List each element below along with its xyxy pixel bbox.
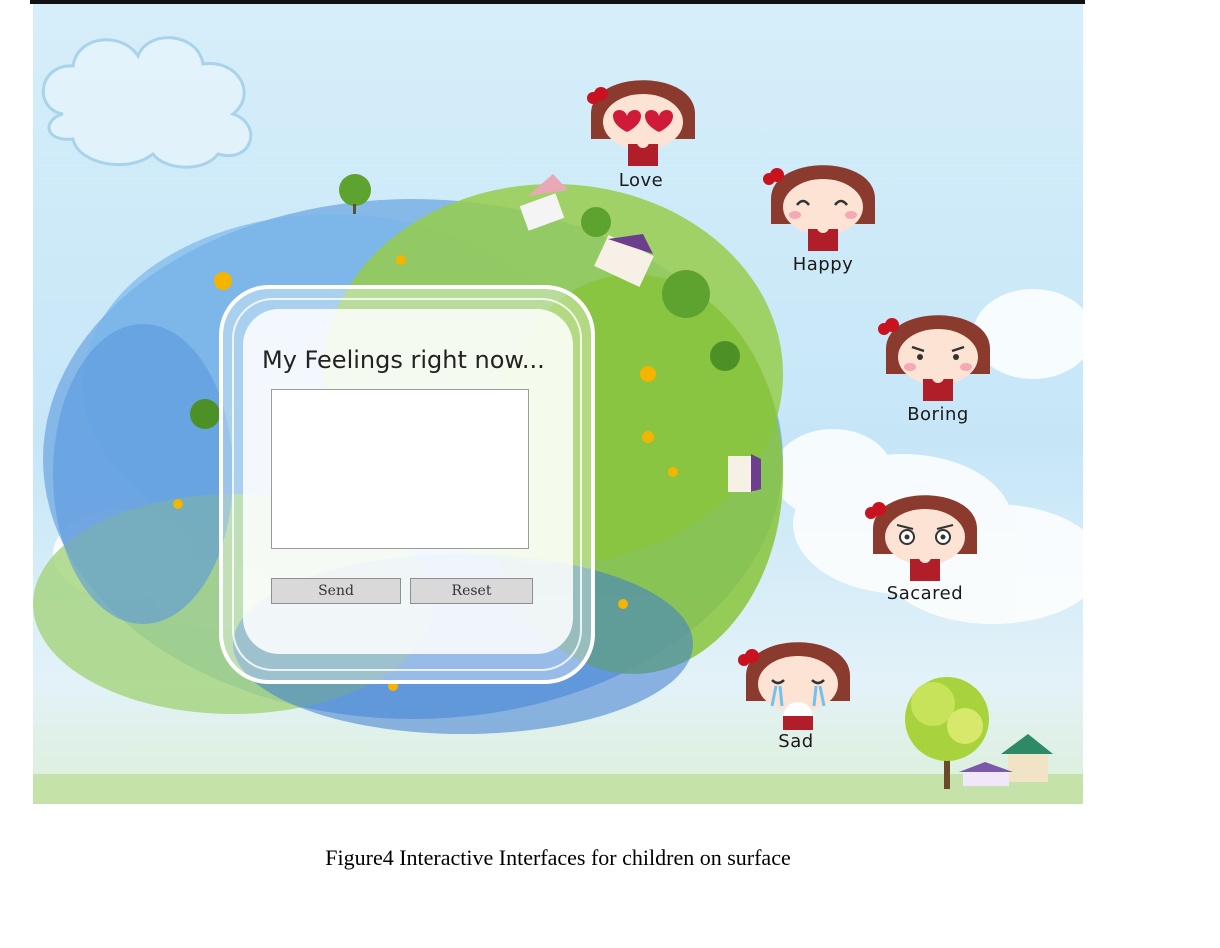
smiling-girl-icon <box>763 165 875 251</box>
crying-girl-icon <box>738 642 850 730</box>
bored-girl-icon <box>878 315 990 401</box>
emotion-label-love: Love <box>618 170 664 191</box>
emotion-label-scared: Sacared <box>886 583 964 604</box>
feelings-text-input[interactable] <box>271 389 529 549</box>
cloud-outline-icon <box>41 36 253 169</box>
panel-title: My Feelings right now... <box>262 346 545 374</box>
emotion-happy-button[interactable] <box>763 139 883 259</box>
emotion-love-button[interactable] <box>583 54 703 174</box>
figure-caption: Figure4 Interactive Interfaces for child… <box>325 845 791 870</box>
app-scene: Love Happy Boring Sacared Sad My Feeling… <box>33 4 1083 804</box>
scared-girl-icon <box>865 495 977 581</box>
reset-button[interactable]: Reset <box>410 578 533 604</box>
emotion-label-sad: Sad <box>778 731 814 752</box>
send-button[interactable]: Send <box>271 578 401 604</box>
emotion-label-boring: Boring <box>907 404 969 425</box>
ground <box>33 774 1083 804</box>
emotion-label-happy: Happy <box>792 254 854 275</box>
emotion-scared-button[interactable] <box>865 469 985 589</box>
heart-eyes-girl-icon <box>587 80 695 166</box>
emotion-sad-button[interactable] <box>738 616 858 736</box>
emotion-boring-button[interactable] <box>878 289 998 409</box>
